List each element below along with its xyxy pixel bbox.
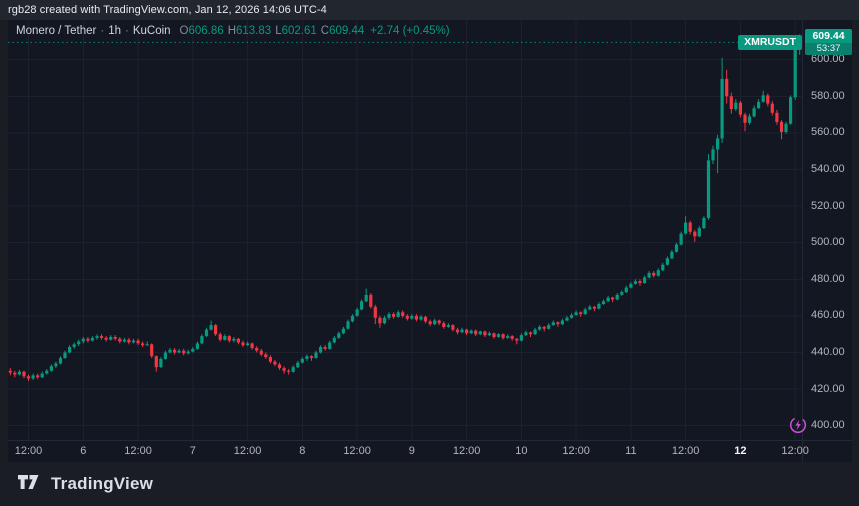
ohlc-high: H613.83 <box>228 25 272 37</box>
time-tick-label: 12:00 <box>453 445 481 457</box>
price-tick-label: 420.00 <box>811 383 845 395</box>
attribution-text: rgb28 created with TradingView.com, Jan … <box>8 4 327 16</box>
time-axis[interactable]: 12:00 6 12:00 7 12:00 8 12:00 9 12:00 10 12:00 11 12… <box>8 440 852 462</box>
price-axis[interactable]: 400.00 420.00 440.00 460.00 480.00 500.00 520.… <box>802 20 852 440</box>
time-tick-label: 12:00 <box>672 445 700 457</box>
legend-separator: · <box>125 25 129 37</box>
ohlc-close: C609.44 <box>321 25 365 37</box>
last-price-badge: 609.44 53:37 <box>805 29 852 55</box>
time-tick-label: 12 <box>734 445 746 457</box>
tradingview-brand-link[interactable]: TradingView <box>18 474 153 494</box>
time-tick-label: 10 <box>515 445 527 457</box>
tradingview-brand-text: TradingView <box>51 474 153 494</box>
time-tick-label: 12:00 <box>343 445 371 457</box>
symbol-legend: Monero / Tether · 1h · KuCoin O606.86 H6… <box>16 25 450 37</box>
tradingview-snapshot: rgb28 created with TradingView.com, Jan … <box>0 0 859 506</box>
price-tick-label: 400.00 <box>811 419 845 431</box>
time-tick-label: 11 <box>625 445 636 457</box>
time-tick-label: 12:00 <box>15 445 43 457</box>
symbol-tag-badge: XMRUSDT <box>738 35 802 50</box>
lightning-icon[interactable] <box>789 416 807 434</box>
time-tick-label: 12:00 <box>234 445 262 457</box>
time-tick-label: 8 <box>299 445 305 457</box>
footer-bar: TradingView <box>0 462 859 506</box>
price-tick-label: 460.00 <box>811 309 845 321</box>
chart-panel: Monero / Tether · 1h · KuCoin O606.86 H6… <box>8 20 852 462</box>
price-change: +2.74 (+0.45%) <box>370 25 449 37</box>
time-tick-label: 12:00 <box>562 445 590 457</box>
price-tick-label: 540.00 <box>811 163 845 175</box>
time-tick-label: 12:00 <box>124 445 152 457</box>
time-tick-label: 12:00 <box>781 445 809 457</box>
price-tick-label: 520.00 <box>811 200 845 212</box>
last-price-value: 609.44 <box>805 29 852 43</box>
interval-label: 1h <box>108 25 121 37</box>
bar-countdown: 53:37 <box>805 43 852 55</box>
price-tick-label: 480.00 <box>811 273 845 285</box>
exchange-label: KuCoin <box>133 25 171 37</box>
price-tick-label: 560.00 <box>811 126 845 138</box>
price-tick-label: 440.00 <box>811 346 845 358</box>
attribution-bar: rgb28 created with TradingView.com, Jan … <box>0 0 859 20</box>
ohlc-low: L602.61 <box>275 25 317 37</box>
time-tick-label: 9 <box>409 445 415 457</box>
time-tick-label: 7 <box>190 445 196 457</box>
price-tick-label: 500.00 <box>811 236 845 248</box>
price-tick-label: 580.00 <box>811 90 845 102</box>
symbol-name: Monero / Tether <box>16 25 96 37</box>
candlestick-chart[interactable] <box>8 20 802 440</box>
time-tick-label: 6 <box>80 445 86 457</box>
ohlc-open: O606.86 <box>180 25 224 37</box>
tradingview-logo-icon <box>18 475 43 493</box>
legend-separator: · <box>100 25 104 37</box>
